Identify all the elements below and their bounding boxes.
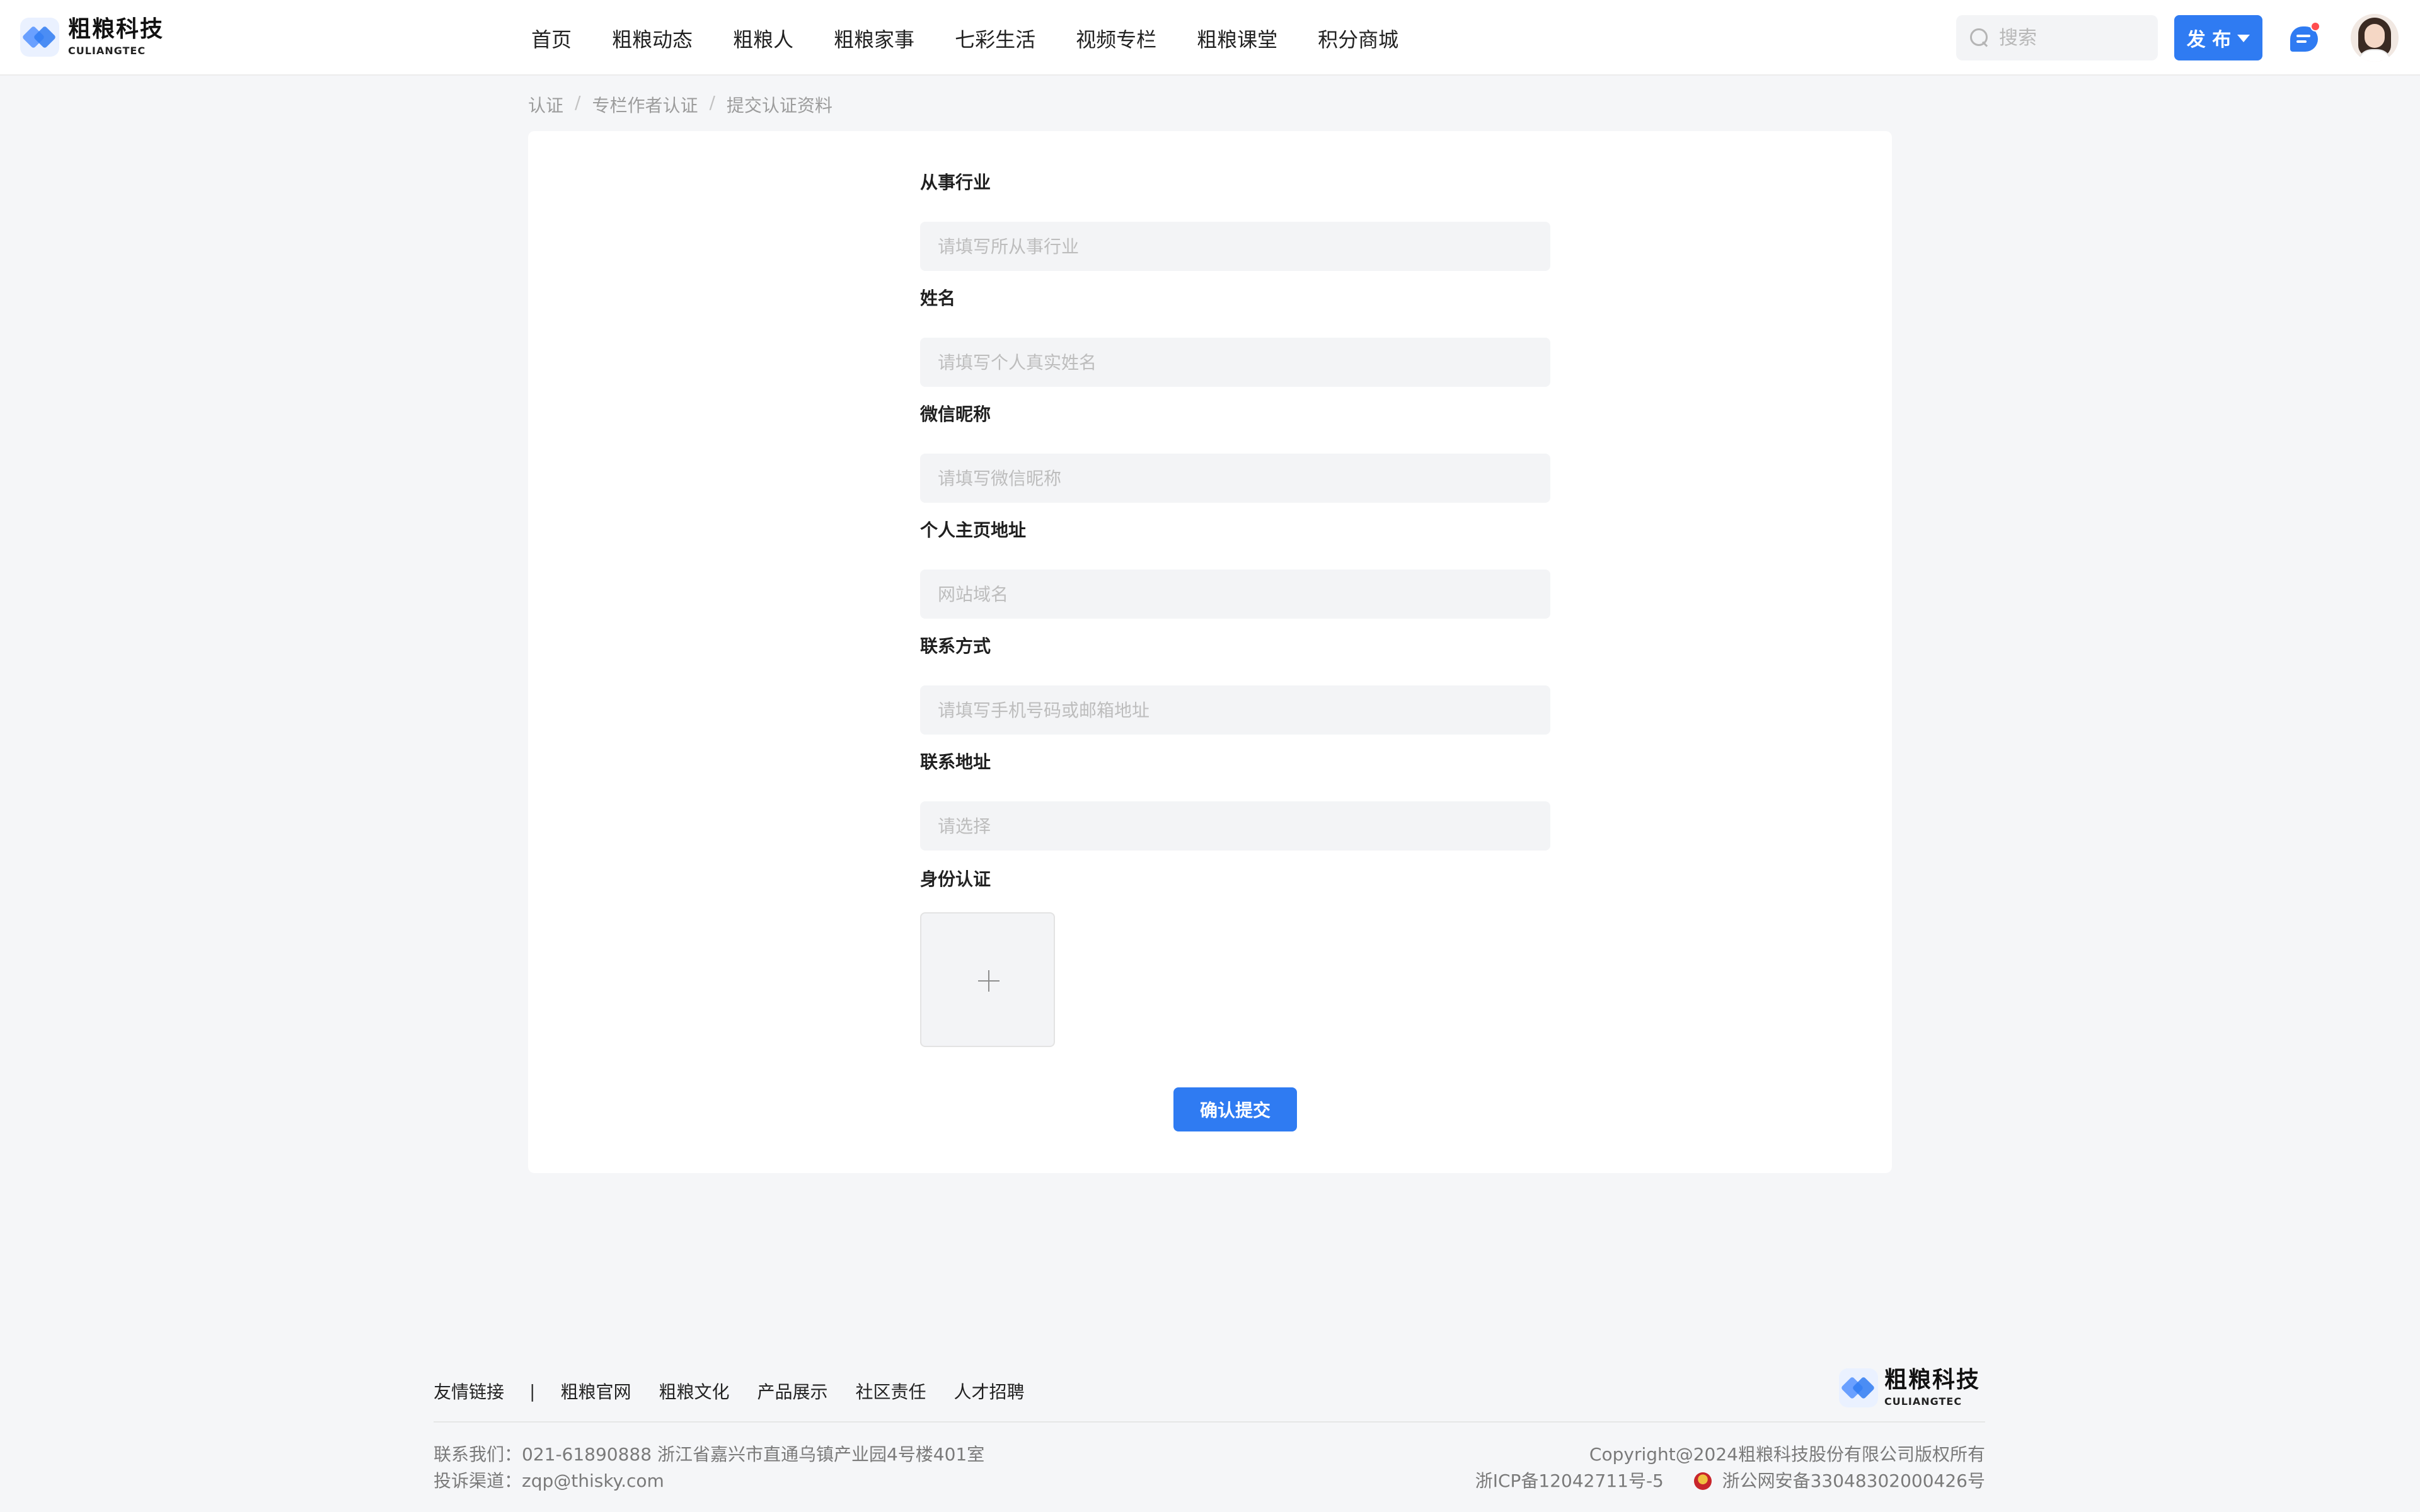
nav-item-life[interactable]: 七彩生活 xyxy=(955,24,1035,53)
nav-item-news[interactable]: 粗粮动态 xyxy=(612,24,693,53)
avatar[interactable] xyxy=(2351,14,2399,62)
footer-divider xyxy=(434,1421,1985,1423)
field-label: 从事行业 xyxy=(920,172,991,193)
footer-logo[interactable]: 粗粮科技 CULIANGTEC xyxy=(1839,1368,1980,1407)
footer-links: 友情链接 | 粗粮官网 粗粮文化 产品展示 社区责任 人才招聘 xyxy=(434,1378,1025,1404)
footer-links-title: 友情链接 xyxy=(434,1382,505,1402)
brand-logo[interactable]: 粗粮科技 CULIANGTEC xyxy=(20,18,164,57)
footer-link-official-site[interactable]: 粗粮官网 xyxy=(560,1378,631,1404)
contact-input[interactable] xyxy=(920,685,1550,735)
logo-text: 粗粮科技 CULIANGTEC xyxy=(1884,1369,1980,1407)
footer-link-careers[interactable]: 人才招聘 xyxy=(954,1378,1025,1404)
field-name: 姓名 xyxy=(920,286,1550,402)
logo-name-en: CULIANGTEC xyxy=(1884,1395,1962,1407)
avatar-face xyxy=(2365,24,2385,48)
nav-item-points-mall[interactable]: 积分商城 xyxy=(1318,24,1398,53)
field-industry: 从事行业 xyxy=(920,170,1550,286)
logo-mark-icon xyxy=(1839,1368,1878,1407)
address-select[interactable] xyxy=(920,801,1550,850)
breadcrumb-separator: / xyxy=(575,92,581,113)
submit-button[interactable]: 确认提交 xyxy=(1173,1087,1297,1131)
footer-legal-info: Copyright@2024粗粮科技股份有限公司版权所有 浙ICP备120427… xyxy=(1475,1441,1985,1494)
search-input[interactable] xyxy=(1999,26,2138,49)
field-label: 个人主页地址 xyxy=(920,520,1027,541)
breadcrumb-item-certification[interactable]: 认证 xyxy=(528,92,563,117)
plus-icon xyxy=(978,970,1000,992)
search-icon xyxy=(1969,27,1990,49)
footer-copyright: Copyright@2024粗粮科技股份有限公司版权所有 xyxy=(1589,1444,1985,1465)
id-upload-box[interactable] xyxy=(920,912,1055,1047)
name-input[interactable] xyxy=(920,338,1550,387)
breadcrumb-item-author-certification[interactable]: 专栏作者认证 xyxy=(592,92,698,117)
chat-bubble-icon[interactable] xyxy=(2288,21,2323,54)
nav-item-video[interactable]: 视频专栏 xyxy=(1076,24,1156,53)
logo-mark-icon xyxy=(20,18,59,57)
notification-dot xyxy=(2310,21,2320,32)
publish-label: 发 布 xyxy=(2186,29,2232,51)
field-label: 联系方式 xyxy=(920,636,991,656)
footer-link-products[interactable]: 产品展示 xyxy=(757,1378,827,1404)
field-label: 姓名 xyxy=(920,288,956,309)
footer-link-social-responsibility[interactable]: 社区责任 xyxy=(856,1378,926,1404)
chevron-down-icon xyxy=(2237,35,2250,42)
footer-complaint: 投诉渠道：zqp@thisky.com xyxy=(434,1470,664,1491)
publish-button[interactable]: 发 布 xyxy=(2174,15,2262,60)
search-box[interactable] xyxy=(1956,15,2158,60)
homepage-url-input[interactable] xyxy=(920,570,1550,619)
police-badge-icon xyxy=(1693,1472,1712,1490)
nav-item-family[interactable]: 粗粮家事 xyxy=(834,24,914,53)
footer-icp[interactable]: 浙ICP备12042711号-5 xyxy=(1475,1470,1664,1491)
footer-links-separator: | xyxy=(529,1380,536,1402)
upload-label: 身份认证 xyxy=(920,869,991,890)
certification-form: 从事行业 姓名 微信昵称 个人主页地址 联系方式 联系地址 xyxy=(920,170,1550,866)
breadcrumb: 认证 / 专栏作者认证 / 提交认证资料 xyxy=(528,92,833,117)
footer-police-record[interactable]: 浙公网安备33048302000426号 xyxy=(1722,1470,1985,1491)
nav-item-people[interactable]: 粗粮人 xyxy=(733,24,793,53)
main-nav: 首页 粗粮动态 粗粮人 粗粮家事 七彩生活 视频专栏 粗粮课堂 积分商城 xyxy=(531,24,1398,53)
logo-name-cn: 粗粮科技 xyxy=(1884,1367,1981,1393)
footer-registration: 浙ICP备12042711号-5 浙公网安备33048302000426号 xyxy=(1475,1468,1985,1494)
logo-text: 粗粮科技 CULIANGTEC xyxy=(68,18,164,56)
field-homepage-url: 个人主页地址 xyxy=(920,518,1550,634)
nav-item-home[interactable]: 首页 xyxy=(531,24,572,53)
breadcrumb-separator: / xyxy=(709,92,715,113)
field-contact: 联系方式 xyxy=(920,634,1550,750)
breadcrumb-item-current: 提交认证资料 xyxy=(726,95,833,116)
footer-contact-info: 联系我们：021-61890888 浙江省嘉兴市直通乌镇产业园4号楼401室 投… xyxy=(434,1441,984,1494)
nav-item-classroom[interactable]: 粗粮课堂 xyxy=(1197,24,1277,53)
logo-name-en: CULIANGTEC xyxy=(68,45,146,57)
wechat-nickname-input[interactable] xyxy=(920,454,1550,503)
field-wechat-nickname: 微信昵称 xyxy=(920,402,1550,518)
top-header: 粗粮科技 CULIANGTEC 首页 粗粮动态 粗粮人 粗粮家事 七彩生活 视频… xyxy=(0,0,2420,76)
field-label: 联系地址 xyxy=(920,752,991,772)
field-label: 微信昵称 xyxy=(920,404,991,425)
footer-contact: 联系我们：021-61890888 浙江省嘉兴市直通乌镇产业园4号楼401室 xyxy=(434,1444,985,1465)
logo-name-cn: 粗粮科技 xyxy=(68,16,164,42)
field-address: 联系地址 xyxy=(920,750,1550,866)
footer-link-culture[interactable]: 粗粮文化 xyxy=(659,1378,729,1404)
industry-input[interactable] xyxy=(920,222,1550,271)
